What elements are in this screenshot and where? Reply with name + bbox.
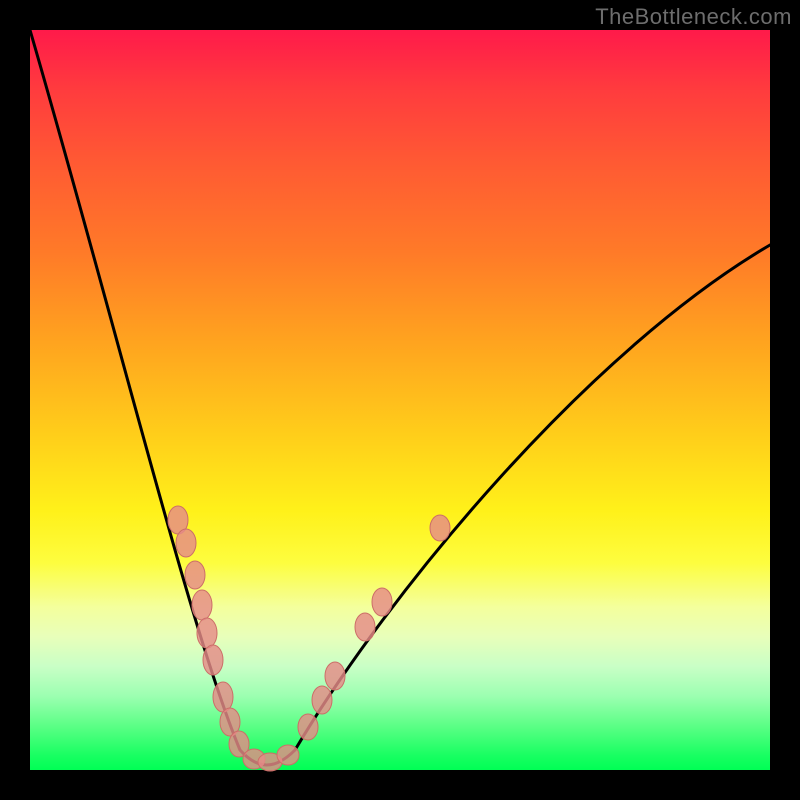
data-marker (312, 686, 332, 714)
data-marker (277, 745, 299, 765)
data-marker (325, 662, 345, 690)
data-marker (372, 588, 392, 616)
marker-group (168, 506, 450, 771)
data-marker (185, 561, 205, 589)
outer-frame: TheBottleneck.com (0, 0, 800, 800)
bottleneck-curve (30, 30, 770, 765)
plot-area (30, 30, 770, 770)
data-marker (192, 590, 212, 620)
watermark-text: TheBottleneck.com (595, 4, 792, 30)
data-marker (203, 645, 223, 675)
chart-svg (30, 30, 770, 770)
data-marker (197, 618, 217, 648)
data-marker (355, 613, 375, 641)
data-marker (430, 515, 450, 541)
data-marker (176, 529, 196, 557)
data-marker (298, 714, 318, 740)
